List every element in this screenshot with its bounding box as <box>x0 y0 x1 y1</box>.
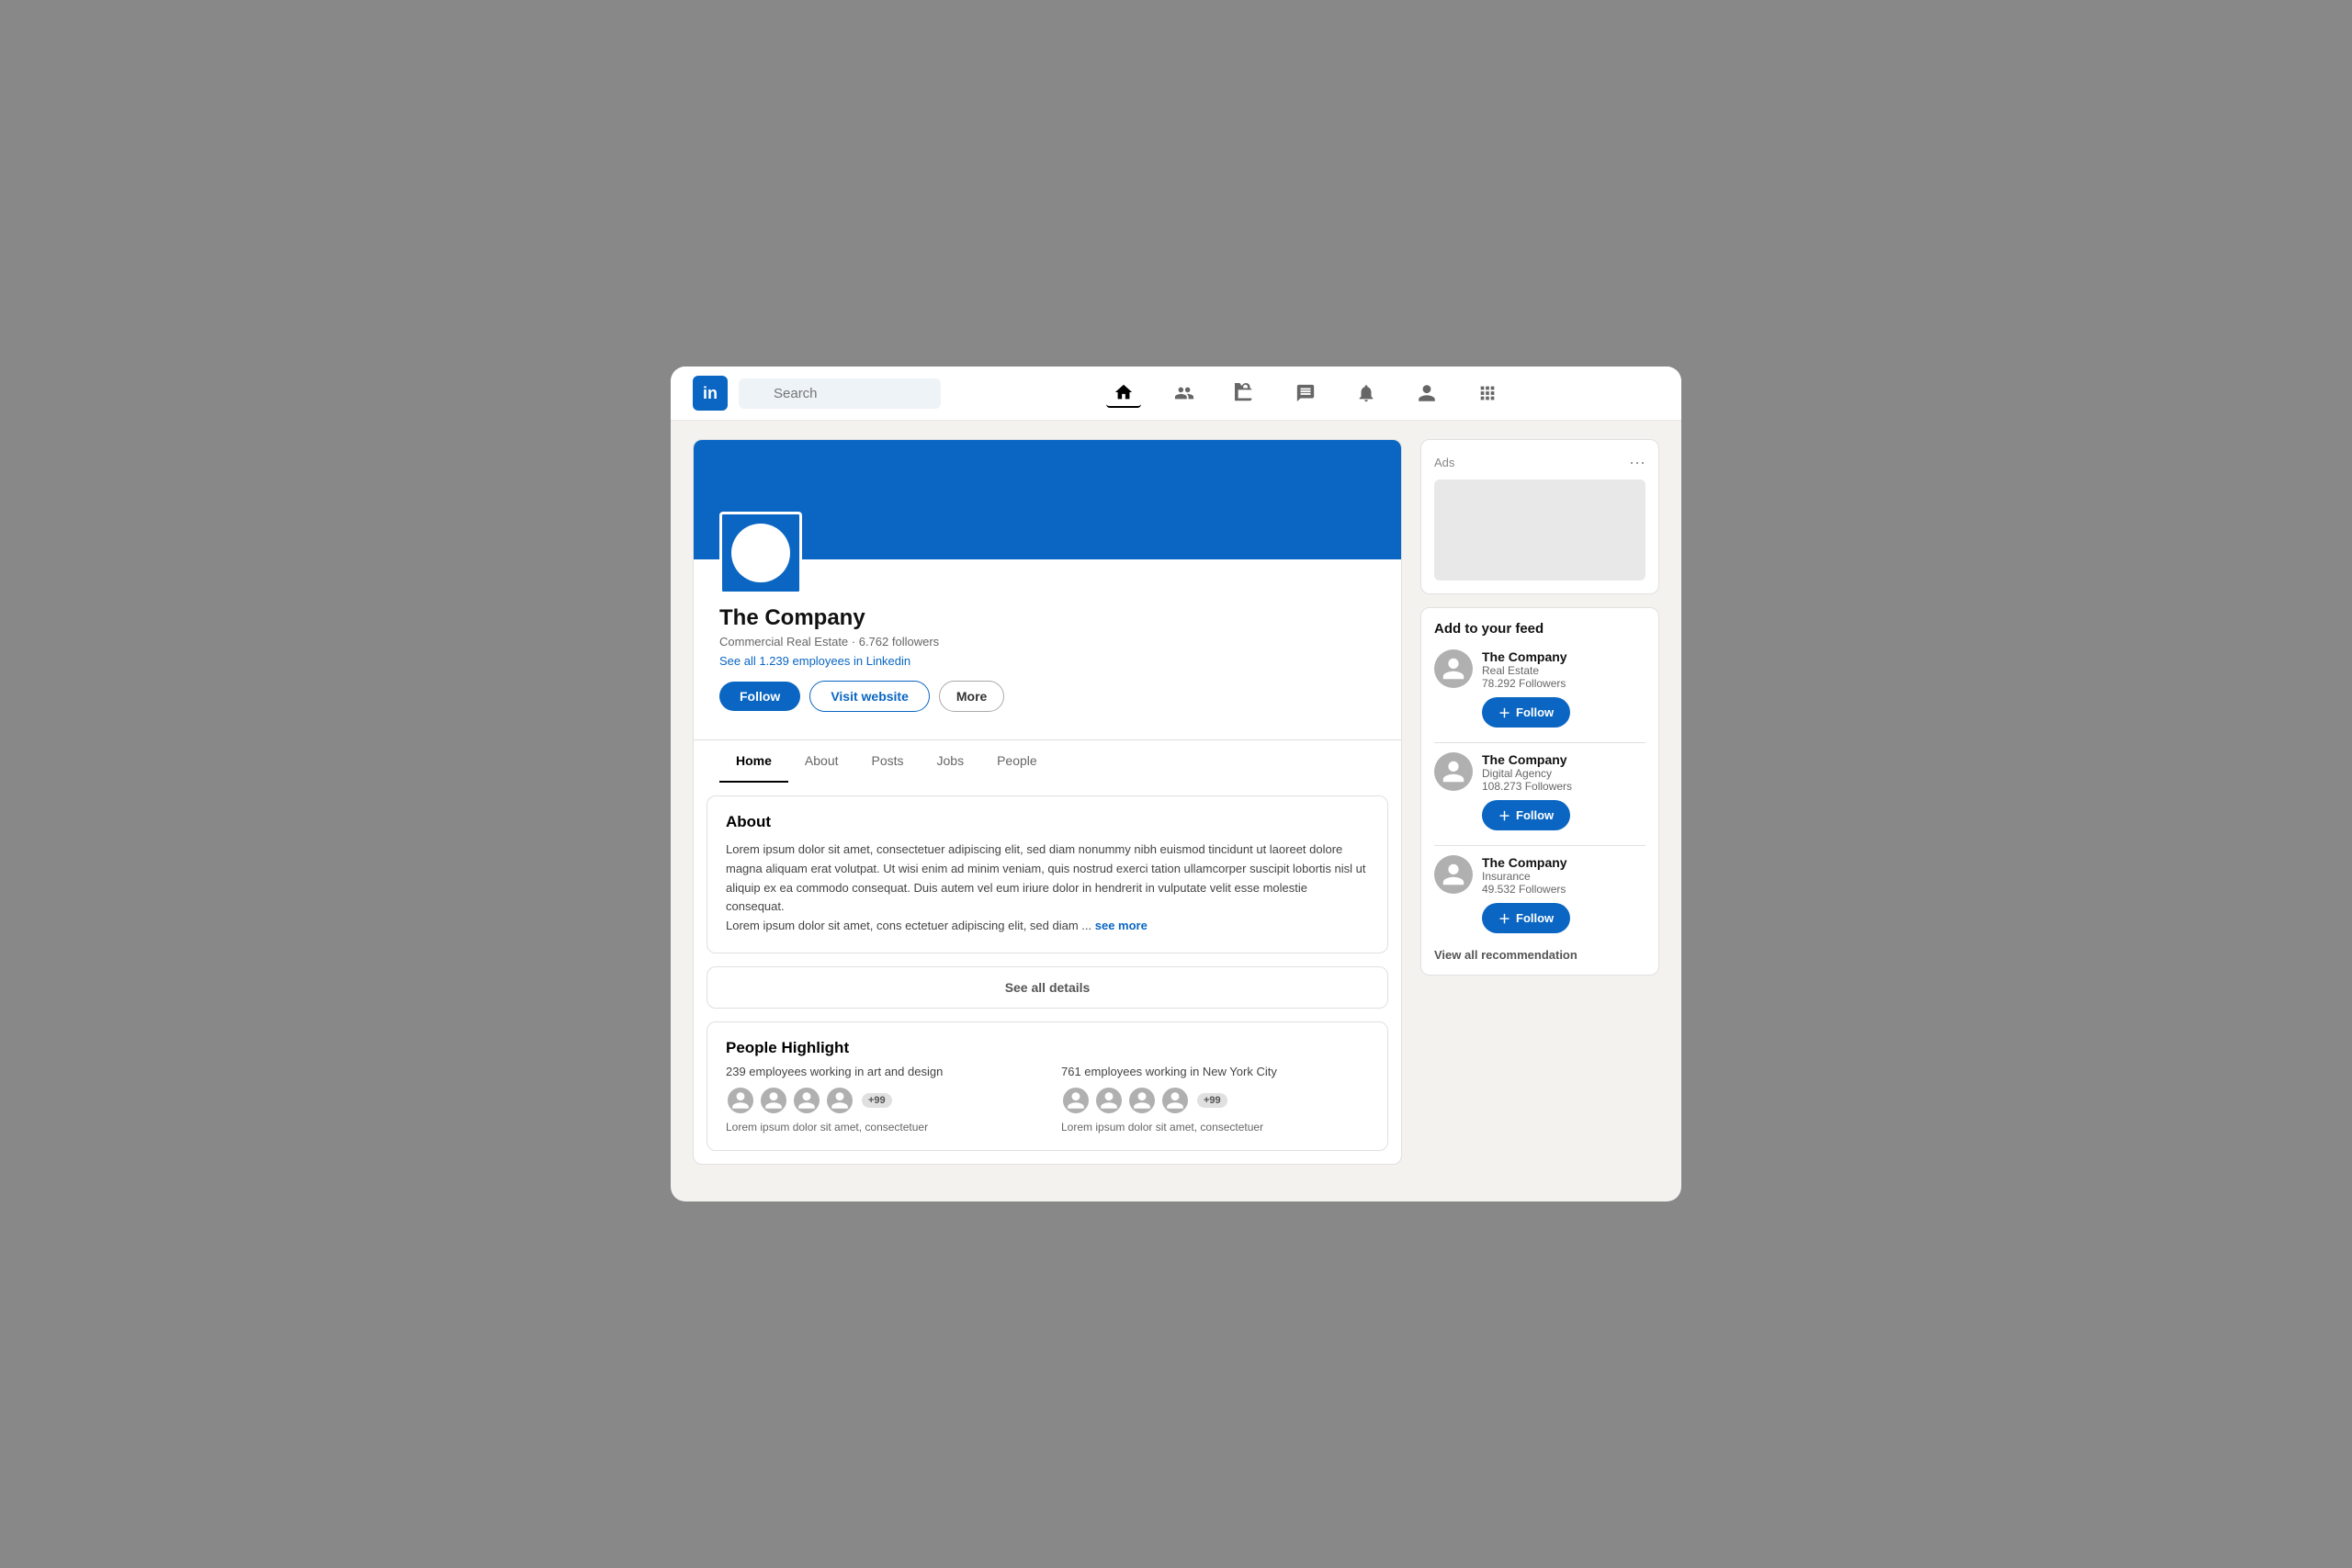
feed-item-top-2: The Company Digital Agency 108.273 Follo… <box>1434 752 1645 793</box>
feed-sub-2: Digital Agency <box>1482 767 1645 780</box>
plus-icon-3: ＋ <box>1498 909 1510 927</box>
feed-name-2: The Company <box>1482 752 1645 767</box>
company-name: The Company <box>719 605 1375 631</box>
people-col-1: 239 employees working in art and design <box>726 1065 1034 1134</box>
nav-notifications-icon[interactable] <box>1349 379 1384 407</box>
search-wrapper: 🔍 <box>739 378 941 409</box>
cover-photo <box>694 440 1401 559</box>
about-text: Lorem ipsum dolor sit amet, consectetuer… <box>726 840 1369 936</box>
avatar-count-2: +99 <box>1197 1093 1227 1108</box>
nav-profile-icon[interactable] <box>1409 379 1444 407</box>
company-logo-inner <box>731 524 790 582</box>
plus-icon-1: ＋ <box>1498 704 1510 721</box>
avatar <box>726 1086 755 1115</box>
tabs: Home About Posts Jobs People <box>694 739 1401 783</box>
feed-follow-button-1[interactable]: ＋ Follow <box>1482 697 1570 728</box>
ads-header: Ads ··· <box>1434 453 1645 472</box>
plus-icon-2: ＋ <box>1498 807 1510 824</box>
avatar <box>1127 1086 1157 1115</box>
feed-name-3: The Company <box>1482 855 1645 870</box>
see-more-link[interactable]: see more <box>1095 919 1148 932</box>
tab-posts[interactable]: Posts <box>855 740 921 783</box>
feed-item-1: The Company Real Estate 78.292 Followers… <box>1434 649 1645 728</box>
ads-label: Ads <box>1434 456 1454 469</box>
feed-followers-2: 108.273 Followers <box>1482 780 1645 793</box>
company-logo-wrap <box>719 512 802 594</box>
see-all-details-button[interactable]: See all details <box>707 966 1388 1009</box>
people-highlight-title: People Highlight <box>726 1039 1369 1057</box>
tab-about[interactable]: About <box>788 740 855 783</box>
view-all-recommendations[interactable]: View all recommendation <box>1434 948 1645 962</box>
feed-follow-button-2[interactable]: ＋ Follow <box>1482 800 1570 830</box>
search-input[interactable] <box>739 378 941 409</box>
people-grid: 239 employees working in art and design <box>726 1065 1369 1134</box>
tab-home[interactable]: Home <box>719 740 788 783</box>
tab-people[interactable]: People <box>980 740 1054 783</box>
avatar-count-1: +99 <box>862 1093 892 1108</box>
people-desc-2: Lorem ipsum dolor sit amet, consectetuer <box>1061 1121 1369 1134</box>
nav-home-icon[interactable] <box>1106 378 1141 408</box>
feed-card: Add to your feed The Company Real Estate… <box>1420 607 1659 976</box>
ads-card: Ads ··· <box>1420 439 1659 594</box>
feed-sub-3: Insurance <box>1482 870 1645 883</box>
nav-center <box>952 378 1659 408</box>
main-content: The Company Commercial Real Estate · 6.7… <box>671 421 1681 1165</box>
company-employees-link[interactable]: See all 1.239 employees in Linkedin <box>719 654 1375 668</box>
feed-avatar-2 <box>1434 752 1473 791</box>
nav-people-icon[interactable] <box>1167 379 1202 407</box>
feed-title: Add to your feed <box>1434 621 1645 637</box>
feed-item-3: The Company Insurance 49.532 Followers ＋… <box>1434 855 1645 933</box>
more-button[interactable]: More <box>939 681 1004 712</box>
browser-window: in 🔍 <box>671 367 1681 1201</box>
follow-button[interactable]: Follow <box>719 682 800 711</box>
people-desc-1: Lorem ipsum dolor sit amet, consectetuer <box>726 1121 1034 1134</box>
company-category: Commercial Real Estate · 6.762 followers <box>719 635 1375 649</box>
visit-website-button[interactable]: Visit website <box>809 681 930 712</box>
linkedin-logo: in <box>693 376 728 411</box>
feed-avatar-3 <box>1434 855 1473 894</box>
avatar <box>1061 1086 1091 1115</box>
people-col2-label: 761 employees working in New York City <box>1061 1065 1369 1078</box>
navbar: in 🔍 <box>671 367 1681 421</box>
ads-image-placeholder <box>1434 479 1645 581</box>
feed-followers-3: 49.532 Followers <box>1482 883 1645 896</box>
feed-info-3: The Company Insurance 49.532 Followers <box>1482 855 1645 896</box>
avatars-row-1: +99 <box>726 1086 1034 1115</box>
people-col1-label: 239 employees working in art and design <box>726 1065 1034 1078</box>
feed-info-1: The Company Real Estate 78.292 Followers <box>1482 649 1645 690</box>
avatar <box>1094 1086 1124 1115</box>
avatars-row-2: +99 <box>1061 1086 1369 1115</box>
feed-name-1: The Company <box>1482 649 1645 664</box>
nav-jobs-icon[interactable] <box>1227 379 1262 407</box>
divider-2 <box>1434 845 1645 846</box>
feed-follow-button-3[interactable]: ＋ Follow <box>1482 903 1570 933</box>
feed-item-2: The Company Digital Agency 108.273 Follo… <box>1434 752 1645 830</box>
people-highlight: People Highlight 239 employees working i… <box>707 1021 1388 1151</box>
right-sidebar: Ads ··· Add to your feed The Company <box>1420 439 1659 976</box>
feed-item-top-1: The Company Real Estate 78.292 Followers <box>1434 649 1645 690</box>
ads-more-icon[interactable]: ··· <box>1629 453 1645 472</box>
people-col-2: 761 employees working in New York City <box>1061 1065 1369 1134</box>
avatar <box>759 1086 788 1115</box>
feed-info-2: The Company Digital Agency 108.273 Follo… <box>1482 752 1645 793</box>
about-card: About Lorem ipsum dolor sit amet, consec… <box>707 795 1388 953</box>
action-buttons: Follow Visit website More <box>719 681 1375 712</box>
about-title: About <box>726 813 1369 831</box>
feed-item-top-3: The Company Insurance 49.532 Followers <box>1434 855 1645 896</box>
company-profile: The Company Commercial Real Estate · 6.7… <box>693 439 1402 1165</box>
tab-jobs[interactable]: Jobs <box>921 740 981 783</box>
nav-grid-icon[interactable] <box>1470 379 1505 407</box>
feed-followers-1: 78.292 Followers <box>1482 677 1645 690</box>
avatar <box>1160 1086 1190 1115</box>
nav-messages-icon[interactable] <box>1288 379 1323 407</box>
feed-sub-1: Real Estate <box>1482 664 1645 677</box>
avatar <box>792 1086 821 1115</box>
avatar <box>825 1086 854 1115</box>
divider-1 <box>1434 742 1645 743</box>
feed-avatar-1 <box>1434 649 1473 688</box>
